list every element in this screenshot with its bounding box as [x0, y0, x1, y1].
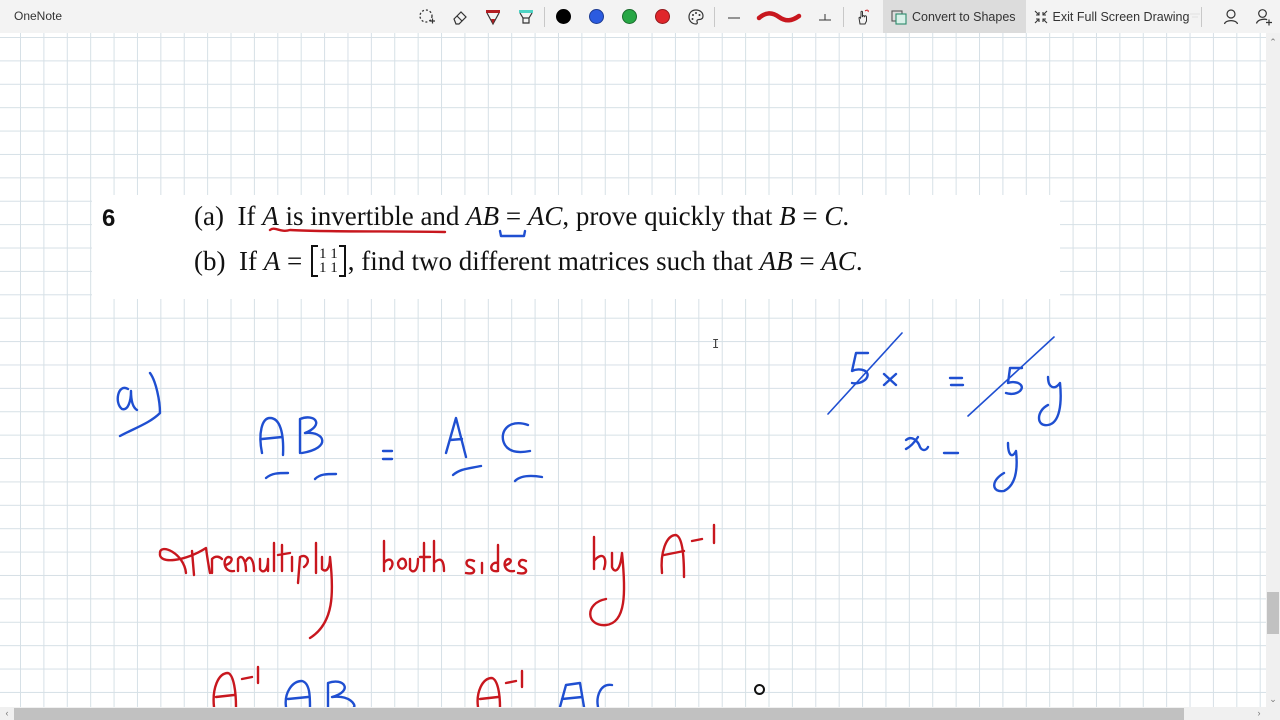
lasso-select-icon: [418, 8, 435, 23]
share-button[interactable]: [1247, 0, 1280, 33]
ink-layer: [116, 227, 1062, 707]
pen-cursor-icon: [754, 684, 765, 695]
toolbar-divider: [544, 6, 545, 27]
color-swatch-black: [556, 9, 571, 24]
exit-full-screen-icon: [1034, 10, 1047, 23]
account-area: [1176, 0, 1280, 33]
ribbon-icon: [1190, 13, 1200, 17]
part-a-label: (a): [194, 201, 224, 231]
person-icon: [1223, 8, 1238, 24]
pasted-problem-image[interactable]: 6 (a) If A is invertible and AB = AC, pr…: [92, 195, 1060, 299]
ink-instruction: [158, 523, 716, 640]
lasso-select-button[interactable]: [410, 0, 443, 33]
matrix: 1 11 1: [310, 244, 346, 277]
eraser-icon: [452, 10, 467, 25]
text: If: [237, 201, 256, 231]
text-cursor-icon: I: [712, 337, 720, 351]
stroke-preview-icon: [756, 10, 802, 22]
convert-to-shapes-label: Convert to Shapes: [912, 9, 1016, 24]
math-var: C: [824, 201, 843, 231]
problem-number: 6: [102, 205, 116, 232]
toolbar-divider: [714, 6, 715, 27]
convert-to-shapes-button[interactable]: Convert to Shapes: [883, 0, 1026, 33]
color-swatch-red: [655, 9, 670, 24]
touch-draw-button[interactable]: [846, 0, 879, 33]
text: =: [280, 246, 309, 276]
thicker-stroke-button[interactable]: [808, 0, 841, 33]
draw-toolbar: Convert to Shapes Exit Full Screen Drawi…: [410, 0, 1204, 33]
scroll-right-arrow-icon[interactable]: ›: [1252, 707, 1266, 720]
color-swatch-blue: [589, 9, 604, 24]
color-red-button[interactable]: [646, 0, 679, 33]
title-bar: OneNote Convert to Shapes Exit Full Scre…: [0, 0, 1280, 33]
ink-equation-ab-ac: [259, 416, 544, 483]
thinner-stroke-button[interactable]: [717, 0, 750, 33]
account-button[interactable]: [1214, 0, 1247, 33]
add-person-icon: [1255, 8, 1272, 25]
scroll-up-arrow-icon[interactable]: ⌃: [1266, 35, 1280, 49]
exit-full-screen-drawing-button[interactable]: Exit Full Screen Drawing: [1026, 0, 1200, 33]
vertical-scroll-thumb[interactable]: [1267, 592, 1279, 634]
text: , prove quickly that: [562, 201, 780, 231]
color-black-button[interactable]: [547, 0, 580, 33]
touch-draw-icon: [857, 9, 869, 24]
color-green-button[interactable]: [613, 0, 646, 33]
ink-part-a-label: [116, 371, 162, 438]
text: and: [413, 201, 467, 231]
red-pen-icon: [485, 9, 500, 25]
stroke-preview[interactable]: [750, 0, 808, 33]
scroll-down-arrow-icon[interactable]: ⌄: [1266, 692, 1280, 706]
palette-icon: [687, 8, 704, 25]
color-swatch-green: [622, 9, 637, 24]
highlighter-button[interactable]: [509, 0, 542, 33]
note-canvas[interactable]: 6 (a) If A is invertible and AB = AC, pr…: [0, 33, 1266, 707]
convert-shapes-icon: [891, 9, 907, 25]
text: .: [842, 201, 850, 231]
math-var: AB: [759, 246, 793, 276]
highlighter-icon: [518, 9, 533, 24]
math-var: A: [262, 201, 279, 231]
text: is invertible: [278, 201, 414, 231]
ribbon-collapsed-button[interactable]: [1176, 0, 1214, 33]
app-title: OneNote: [14, 9, 63, 23]
color-palette-button[interactable]: [679, 0, 712, 33]
math-var: AB: [466, 201, 500, 231]
math-var: A: [263, 246, 281, 276]
text: , find two different matrices such that: [347, 246, 760, 276]
math-var: AC: [821, 246, 856, 276]
math-var: B: [779, 201, 796, 231]
text: =: [795, 201, 825, 231]
matrix-row: 1 1: [318, 259, 338, 276]
eraser-button[interactable]: [443, 0, 476, 33]
text: =: [499, 201, 528, 231]
ink-next-line: [212, 665, 614, 707]
scroll-left-arrow-icon[interactable]: ‹: [0, 707, 14, 720]
text: If: [238, 246, 257, 276]
math-var: AC: [527, 201, 563, 231]
problem-part-b: (b) If A = 1 11 1, find two different ma…: [194, 244, 863, 278]
plus-line-icon: [818, 13, 831, 20]
color-blue-button[interactable]: [580, 0, 613, 33]
part-b-label: (b): [194, 246, 226, 276]
thin-line-icon: [727, 17, 740, 18]
toolbar-divider: [843, 6, 844, 27]
text: =: [792, 246, 822, 276]
red-pen-button[interactable]: [476, 0, 509, 33]
exit-full-screen-label: Exit Full Screen Drawing: [1052, 9, 1190, 24]
scrollbar-corner: [1266, 707, 1280, 720]
ink-side-note: [827, 332, 1062, 493]
horizontal-scroll-thumb[interactable]: [14, 708, 1184, 720]
problem-part-a: (a) If A is invertible and AB = AC, prov…: [194, 201, 849, 232]
text: .: [855, 246, 863, 276]
matrix-row: 1 1: [318, 245, 338, 262]
